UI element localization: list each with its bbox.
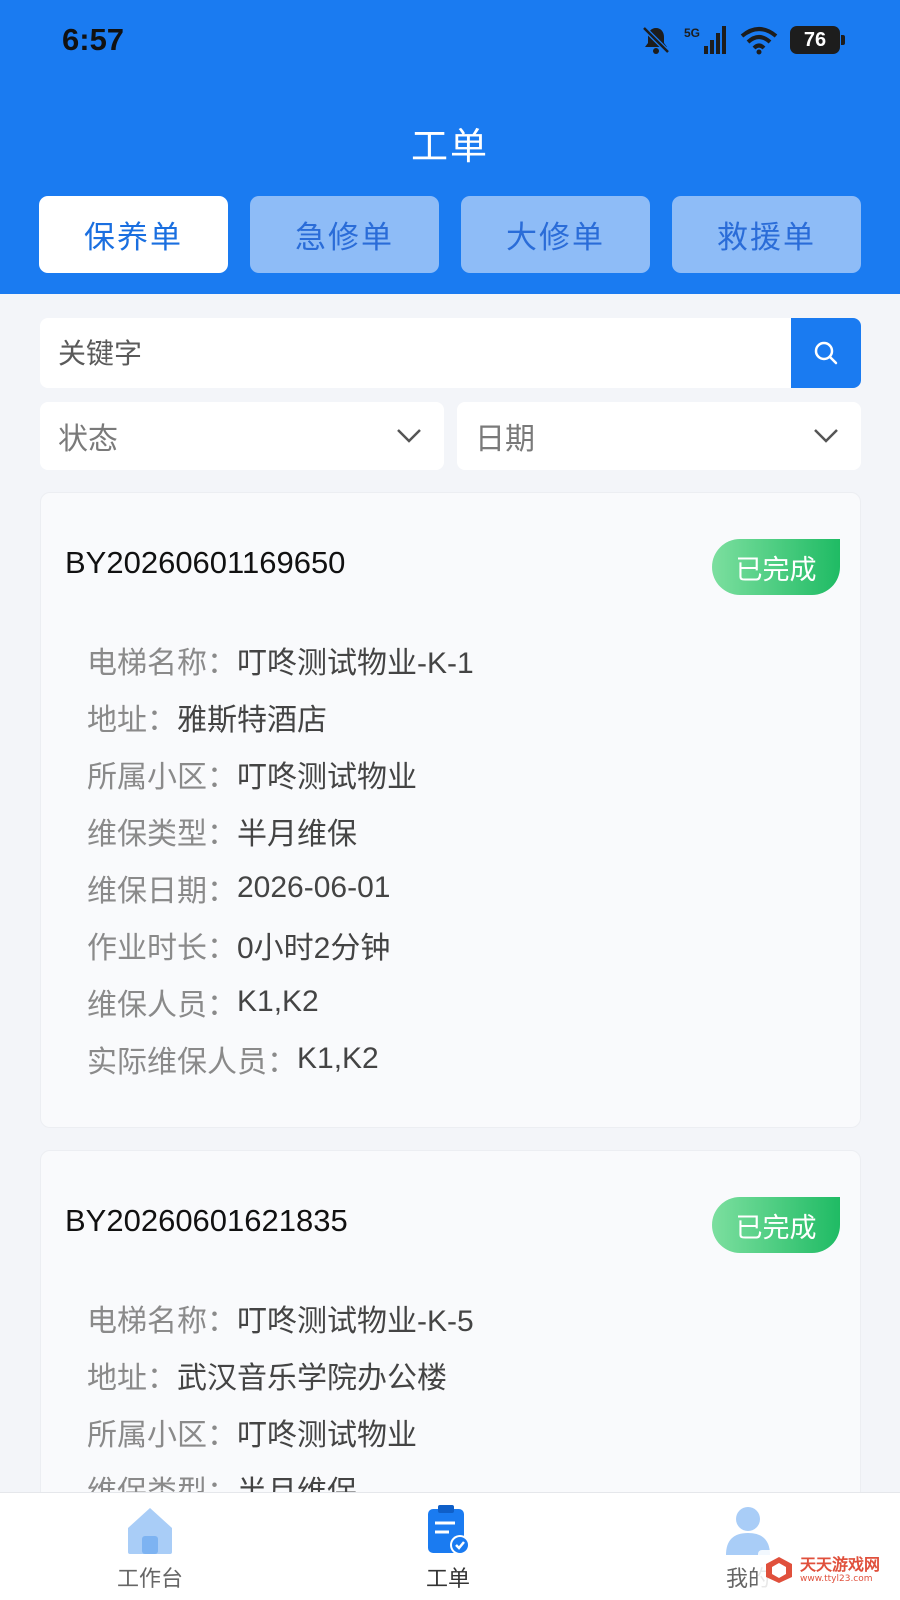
field-community: 所属小区： 叮咚测试物业 [87,745,474,802]
order-fields: 电梯名称： 叮咚测试物业-K-5 地址： 武汉音乐学院办公楼 所属小区： 叮咚测试物业… [87,1289,474,1517]
search-input[interactable] [40,318,790,388]
date-filter-label: 日期 [475,422,535,457]
nav-work-orders[interactable]: 工单 [368,1493,528,1600]
chevron-down-icon [814,429,838,443]
field-label: 维保类型： [87,816,237,852]
status-filter-label: 状态 [58,422,118,457]
order-number: BY20260601169650 [65,545,346,580]
signal-icon: 5G [684,26,726,54]
bell-off-icon [642,26,670,54]
search-icon [814,341,838,365]
clipboard-check-icon [422,1503,474,1557]
watermark-main: 天天游戏网 [799,1555,880,1574]
tab-major-repair[interactable]: 大修单 [461,196,650,273]
field-label: 地址： [87,702,177,738]
home-icon [122,1503,178,1557]
field-label: 维保人员： [87,987,237,1023]
status-badge: 已完成 [712,1197,840,1253]
page-title: 工单 [411,125,489,168]
date-filter-select[interactable]: 日期 [457,402,861,470]
status-badge: 已完成 [712,539,840,595]
order-number: BY20260601621835 [65,1203,348,1238]
watermark-sub: www.ttyl23.com [799,1574,873,1584]
nav-label: 工作台 [116,1567,183,1592]
watermark-logo-icon [765,1557,792,1583]
field-label: 维保日期： [87,873,237,909]
field-actual-staff: 实际维保人员： K1,K2 [87,1030,474,1087]
field-label: 实际维保人员： [87,1044,297,1080]
search-button[interactable] [791,318,861,388]
field-label: 电梯名称： [87,1303,237,1339]
field-value: 0小时2分钟 [237,931,391,965]
status-bar: 6:57 5G 76 [0,0,900,84]
tab-emergency-repair[interactable]: 急修单 [250,196,439,273]
field-maintenance-date: 维保日期： 2026-06-01 [87,859,474,916]
field-value: 武汉音乐学院办公楼 [177,1361,447,1395]
field-maintenance-type: 维保类型：半月维保 [87,802,474,859]
field-value: 叮咚测试物业 [237,760,417,794]
field-value: K1,K2 [297,1041,379,1075]
field-value: 2026-06-01 [237,870,391,904]
watermark-text: 天天游戏网 www.ttyl23.com [799,1555,880,1585]
chevron-down-icon [397,429,421,443]
header-bar: 6:57 5G 76 工单 保养单 急修单 大修单 救援单 [0,0,900,294]
field-value: 叮咚测试物业-K-1 [237,646,474,680]
field-label: 地址： [87,1360,177,1396]
field-label: 所属小区： [87,759,237,795]
field-value: 雅斯特酒店 [177,703,327,737]
field-address: 地址： 雅斯特酒店 [87,688,474,745]
field-value: 叮咚测试物业 [237,1418,417,1452]
field-label: 电梯名称： [87,645,237,681]
field-value: 叮咚测试物业-K-5 [237,1304,474,1338]
nav-workbench[interactable]: 工作台 [70,1493,230,1600]
order-fields: 电梯名称： 叮咚测试物业-K-1 地址： 雅斯特酒店 所属小区： 叮咚测试物业 维保类… [87,631,474,1087]
search-bar [40,318,861,388]
network-label: 5G [684,26,700,40]
tab-rescue[interactable]: 救援单 [672,196,861,273]
tab-maintenance[interactable]: 保养单 [39,196,228,273]
field-duration: 作业时长： 0小时2分钟 [87,916,474,973]
field-label: 所属小区： [87,1417,237,1453]
wifi-icon [740,27,778,55]
field-elevator-name: 电梯名称： 叮咚测试物业-K-1 [87,631,474,688]
status-filter-select[interactable]: 状态 [40,402,444,470]
status-icons: 5G 76 [640,22,845,58]
user-icon [721,1503,775,1557]
field-label: 作业时长： [87,930,237,966]
nav-label: 工单 [425,1567,470,1592]
status-time: 6:57 [62,22,125,57]
field-value: 半月维保 [237,817,357,851]
battery-indicator: 76 [790,26,845,54]
field-value: K1,K2 [237,984,319,1018]
field-elevator-name: 电梯名称： 叮咚测试物业-K-5 [87,1289,474,1346]
field-staff: 维保人员： K1,K2 [87,973,474,1030]
work-order-card[interactable]: BY20260601169650 已完成 电梯名称： 叮咚测试物业-K-1 地址：… [40,492,861,1128]
site-watermark: 天天游戏网 www.ttyl23.com [757,1550,886,1590]
order-type-tabs: 保养单 急修单 大修单 救援单 [39,196,861,273]
field-community: 所属小区： 叮咚测试物业 [87,1403,474,1460]
field-address: 地址： 武汉音乐学院办公楼 [87,1346,474,1403]
